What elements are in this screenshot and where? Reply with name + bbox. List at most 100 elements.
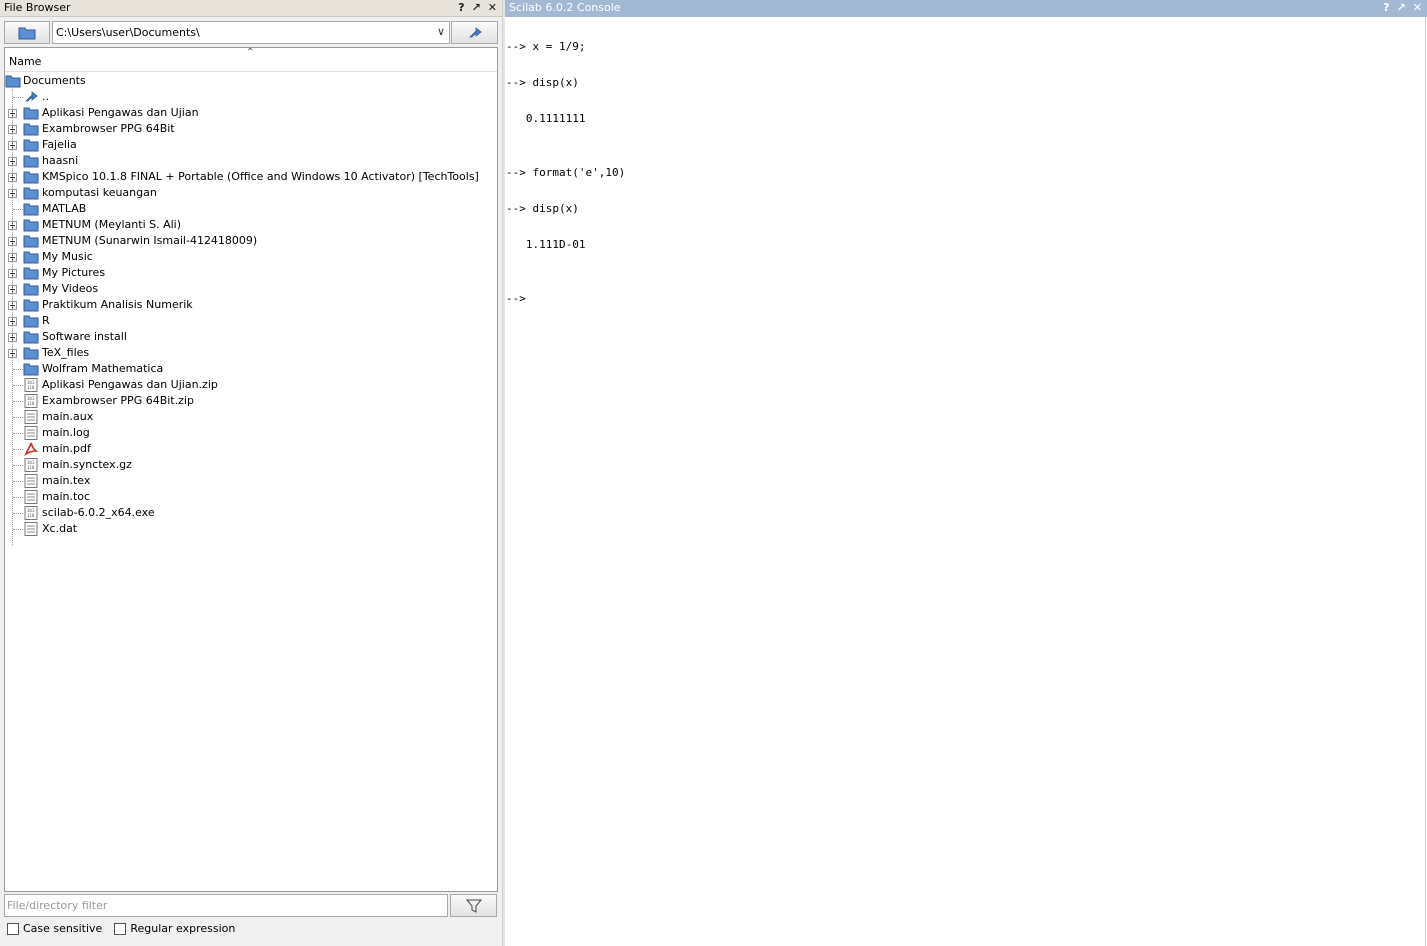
folder-icon: [23, 107, 39, 120]
binary-file-icon: 101110: [24, 506, 38, 520]
tree-item[interactable]: 101 110 Exambrowser PPG 64Bit.zip: [5, 393, 497, 409]
binary-file-icon: 101110: [24, 378, 38, 392]
tree-item[interactable]: 101 110 Aplikasi Pengawas dan Ujian.zip: [5, 377, 497, 393]
folder-icon: [23, 171, 39, 184]
tree-item-label: My Videos: [42, 282, 99, 295]
regex-checkbox[interactable]: [114, 922, 127, 935]
filter-input[interactable]: [5, 895, 447, 916]
console-line: 0.1111111: [506, 112, 586, 125]
folder-icon: [23, 235, 39, 248]
filter-field[interactable]: [4, 894, 448, 917]
folder-icon: [23, 203, 39, 216]
tree-item[interactable]: main.pdf: [5, 441, 497, 457]
tree-item[interactable]: main.tex: [5, 473, 497, 489]
tree-item[interactable]: KMSpico 10.1.8 FINAL + Portable (Office …: [5, 169, 497, 185]
tree-item[interactable]: Fajelia: [5, 137, 497, 153]
tree-item[interactable]: My Pictures: [5, 265, 497, 281]
tree-item-label: Fajelia: [42, 138, 77, 151]
tree-root-documents[interactable]: Documents: [5, 73, 497, 89]
folder-icon: [23, 123, 39, 136]
tree-item-label: Praktikum Analisis Numerik: [42, 298, 193, 311]
tree-item-label: MATLAB: [42, 202, 87, 215]
tree-item[interactable]: METNUM (Sunarwin Ismail-412418009): [5, 233, 497, 249]
tree-item-label: Aplikasi Pengawas dan Ujian.zip: [42, 378, 218, 391]
tree-item[interactable]: TeX_files: [5, 345, 497, 361]
console-prompt[interactable]: -->: [506, 292, 526, 305]
tree-item-label: Exambrowser PPG 64Bit: [42, 122, 175, 135]
folder-icon: [23, 267, 39, 280]
tree-item-parent[interactable]: ..: [5, 89, 497, 105]
folder-icon: [23, 187, 39, 200]
tree-item[interactable]: komputasi keuangan: [5, 185, 497, 201]
tree-item[interactable]: MATLAB: [5, 201, 497, 217]
tree-item-label: komputasi keuangan: [42, 186, 157, 199]
svg-text:110: 110: [27, 385, 35, 390]
tree-item[interactable]: Aplikasi Pengawas dan Ujian: [5, 105, 497, 121]
filter-button[interactable]: [450, 894, 497, 917]
file-browser-title: File Browser: [4, 1, 71, 14]
case-sensitive-label: Case sensitive: [23, 922, 103, 935]
help-icon[interactable]: ?: [458, 1, 464, 15]
browse-folder-button[interactable]: [4, 21, 50, 44]
tree-item-label: scilab-6.0.2_x64.exe: [42, 506, 155, 519]
tree-item[interactable]: 101 110 scilab-6.0.2_x64.exe: [5, 505, 497, 521]
text-file-icon: [24, 474, 38, 488]
console-help-icon[interactable]: ?: [1383, 1, 1389, 15]
svg-text:110: 110: [27, 401, 35, 406]
tree-item-label: main.aux: [42, 410, 94, 423]
sort-ascending-icon: ⌃: [246, 47, 255, 58]
console-close-icon[interactable]: ✕: [1413, 1, 1422, 15]
tree-item-label: TeX_files: [42, 346, 90, 359]
tree-item-label: main.tex: [42, 474, 91, 487]
file-browser-titlebar: File Browser ? ↗ ✕: [0, 0, 502, 17]
console-titlebar: Scilab 6.0.2 Console ? ↗ ✕: [505, 0, 1427, 17]
console-output[interactable]: --> x = 1/9; --> disp(x) 0.1111111 --> f…: [505, 18, 1426, 946]
path-combobox[interactable]: C:\Users\user\Documents\ ∨: [52, 21, 450, 44]
tree-root-label: Documents: [23, 74, 86, 87]
folder-icon: [23, 251, 39, 264]
tree-item-label: METNUM (Sunarwin Ismail-412418009): [42, 234, 258, 247]
undock-icon[interactable]: ↗: [472, 1, 481, 15]
tree-item[interactable]: My Music: [5, 249, 497, 265]
tree-item[interactable]: Praktikum Analisis Numerik: [5, 297, 497, 313]
tree-item[interactable]: R: [5, 313, 497, 329]
tree-item-label: main.pdf: [42, 442, 91, 455]
chevron-down-icon[interactable]: ∨: [437, 25, 445, 38]
console-undock-icon[interactable]: ↗: [1397, 1, 1406, 15]
tree-item-label: My Music: [42, 250, 93, 263]
tree-item[interactable]: METNUM (Meylanti S. Ali): [5, 217, 497, 233]
folder-icon: [23, 219, 39, 232]
text-file-icon: [24, 490, 38, 504]
tree-rows: Documents .. Aplikasi Pengawas dan Ujian…: [5, 73, 497, 537]
tree-item[interactable]: My Videos: [5, 281, 497, 297]
tree-item[interactable]: Software install: [5, 329, 497, 345]
column-name-header[interactable]: Name: [9, 55, 41, 68]
funnel-icon: [465, 899, 482, 913]
tree-item[interactable]: Xc.dat: [5, 521, 497, 537]
tree-item-label: Wolfram Mathematica: [42, 362, 164, 375]
tree-item[interactable]: Exambrowser PPG 64Bit: [5, 121, 497, 137]
tree-item[interactable]: haasni: [5, 153, 497, 169]
regex-option[interactable]: Regular expression: [114, 922, 235, 935]
close-icon[interactable]: ✕: [488, 1, 497, 15]
text-file-icon: [24, 522, 38, 536]
tree-item[interactable]: main.toc: [5, 489, 497, 505]
folder-icon: [23, 315, 39, 328]
folder-icon: [23, 155, 39, 168]
case-sensitive-option[interactable]: Case sensitive: [7, 922, 102, 935]
console-panel: Scilab 6.0.2 Console ? ↗ ✕ --> x = 1/9; …: [505, 0, 1427, 946]
change-directory-button[interactable]: [451, 21, 498, 44]
svg-text:110: 110: [27, 513, 35, 518]
path-bar: C:\Users\user\Documents\ ∨: [4, 21, 498, 45]
binary-file-icon: 101110: [24, 394, 38, 408]
tree-item[interactable]: main.aux: [5, 409, 497, 425]
text-file-icon: [24, 426, 38, 440]
tree-item[interactable]: 101 110 main.synctex.gz: [5, 457, 497, 473]
console-line: 1.111D-01: [506, 238, 586, 251]
tree-item-label: ..: [42, 90, 49, 103]
tree-item[interactable]: main.log: [5, 425, 497, 441]
console-title: Scilab 6.0.2 Console: [509, 1, 621, 14]
tree-item-label: My Pictures: [42, 266, 106, 279]
case-sensitive-checkbox[interactable]: [7, 922, 19, 935]
tree-item[interactable]: Wolfram Mathematica: [5, 361, 497, 377]
